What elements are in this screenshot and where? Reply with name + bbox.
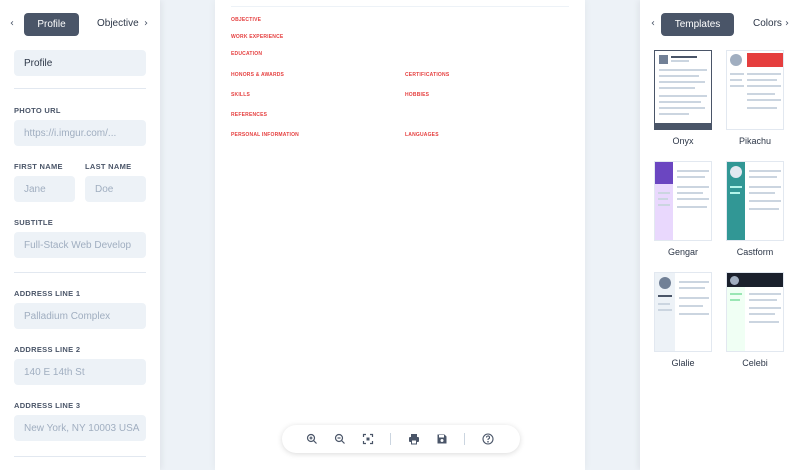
template-pikachu-thumbnail[interactable] [726,50,784,130]
photo-url-label: PHOTO URL [14,106,61,115]
address-line-3-input[interactable]: New York, NY 10003 USA [14,415,146,441]
section-languages: LANGUAGES [405,132,439,138]
section-heading-input[interactable]: Profile [14,50,146,76]
section-education: EDUCATION [231,51,263,57]
template-gengar-label[interactable]: Gengar [647,247,719,257]
section-hobbies: HOBBIES [405,92,430,98]
fit-screen-icon[interactable] [361,432,375,446]
divider [14,456,146,457]
page-top-rule [231,6,569,7]
template-glalie-label[interactable]: Glalie [647,358,719,368]
right-sidebar: ‹ Templates Colors › Onyx Pikachu Gengar… [640,0,800,470]
template-castform-label[interactable]: Castform [719,247,791,257]
template-glalie-thumbnail[interactable] [654,272,712,352]
tab-colors[interactable]: Colors [753,18,782,29]
divider [14,272,146,273]
print-icon[interactable] [407,432,421,446]
subtitle-label: SUBTITLE [14,218,54,227]
help-icon[interactable] [481,432,495,446]
template-celebi-label[interactable]: Celebi [719,358,791,368]
zoom-in-icon[interactable] [305,432,319,446]
section-work-experience: WORK EXPERIENCE [231,34,284,40]
last-name-label: LAST NAME [85,162,132,171]
address-line-1-input[interactable]: Palladium Complex [14,303,146,329]
address-line-1-label: ADDRESS LINE 1 [14,289,81,298]
template-celebi-thumbnail[interactable] [726,272,784,352]
template-onyx-label[interactable]: Onyx [647,136,719,146]
chevron-right-icon[interactable]: › [785,18,789,29]
section-objective: OBJECTIVE [231,17,262,23]
subtitle-input[interactable]: Full-Stack Web Develop [14,232,146,258]
address-line-2-input[interactable]: 140 E 14th St [14,359,146,385]
chevron-right-icon[interactable]: › [144,18,148,29]
tab-templates[interactable]: Templates [661,13,734,36]
template-pikachu-label[interactable]: Pikachu [719,136,791,146]
first-name-label: FIRST NAME [14,162,63,171]
toolbar-separator [390,433,391,445]
section-honors-awards: HONORS & AWARDS [231,72,285,78]
section-certifications: CERTIFICATIONS [405,72,450,78]
template-gengar-thumbnail[interactable] [654,161,712,241]
save-icon[interactable] [435,432,449,446]
address-line-2-label: ADDRESS LINE 2 [14,345,81,354]
template-castform-thumbnail[interactable] [726,161,784,241]
section-skills: SKILLS [231,92,250,98]
last-name-input[interactable]: Doe [85,176,146,202]
section-references: REFERENCES [231,112,268,118]
toolbar-separator [464,433,465,445]
first-name-input[interactable]: Jane [14,176,75,202]
template-onyx-thumbnail[interactable] [654,50,712,130]
tab-objective[interactable]: Objective [97,18,139,29]
address-line-3-label: ADDRESS LINE 3 [14,401,81,410]
zoom-out-icon[interactable] [333,432,347,446]
chevron-left-icon[interactable]: ‹ [651,18,655,29]
divider [14,88,146,89]
left-sidebar: ‹ Profile Objective › Profile PHOTO URL … [0,0,160,470]
section-personal-information: PERSONAL INFORMATION [231,132,299,138]
chevron-left-icon[interactable]: ‹ [10,18,14,29]
resume-page: OBJECTIVE WORK EXPERIENCE EDUCATION HONO… [215,0,585,470]
page-controls-toolbar [282,425,520,453]
tab-profile[interactable]: Profile [24,13,79,36]
section-tabs: ‹ Profile Objective › [0,13,160,37]
photo-url-input[interactable]: https://i.imgur.com/... [14,120,146,146]
